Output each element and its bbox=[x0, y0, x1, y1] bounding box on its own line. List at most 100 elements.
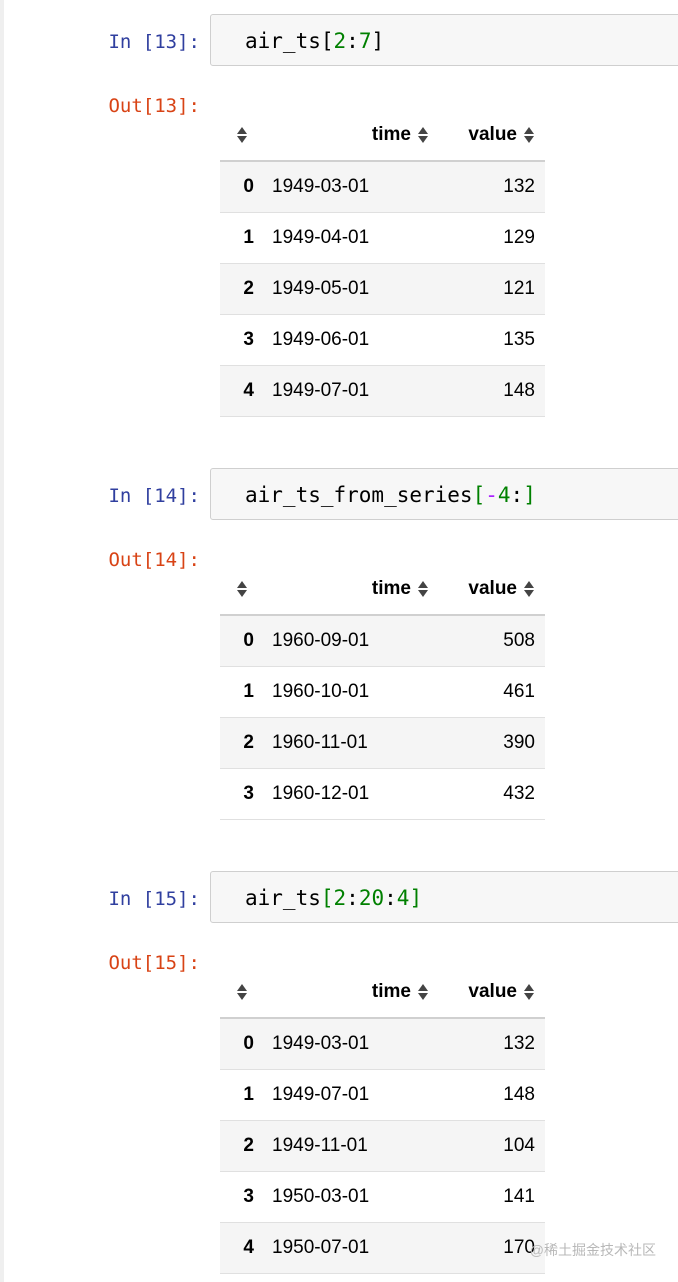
row-index: 0 bbox=[243, 176, 254, 197]
code-bracket-close: ] bbox=[371, 29, 385, 53]
dataframe-table: time value 0 1949-03-01 1 3 2 1 1949-07-01 148… bbox=[220, 967, 545, 1274]
cell-time: 1950-07-01 bbox=[272, 1237, 370, 1258]
column-header-value[interactable]: value bbox=[439, 967, 545, 1019]
row-index: 3 bbox=[243, 783, 254, 804]
cell-time: 1949-07-01 bbox=[272, 380, 370, 401]
table-row: 2 1949-11-01 104 bbox=[220, 1120, 545, 1172]
cell-time: 1949-05-01 bbox=[272, 278, 370, 299]
column-header-time[interactable]: time bbox=[264, 110, 439, 162]
cell-time: 1949-06-01 bbox=[272, 329, 370, 350]
input-prompt: In [13]: bbox=[108, 31, 200, 53]
row-index: 0 bbox=[243, 1033, 254, 1054]
cell-time: 1949-04-01 bbox=[272, 227, 370, 248]
dataframe-table: time value 0 1949-03-01 132 1 1949-04-01 129… bbox=[220, 110, 545, 417]
code-number: 2 bbox=[333, 886, 347, 910]
cell-time: 1960-11-01 bbox=[272, 732, 368, 753]
index-header[interactable] bbox=[220, 110, 264, 162]
code-input[interactable]: air_ts[2:20:4] bbox=[210, 871, 678, 923]
cell-value: 390 bbox=[503, 732, 535, 753]
cell-time: 1960-10-01 bbox=[272, 681, 370, 702]
cell-time: 1960-12-01 bbox=[272, 783, 370, 804]
sort-both-icon[interactable] bbox=[417, 983, 429, 1001]
code-colon: : bbox=[346, 29, 359, 53]
sort-both-icon[interactable] bbox=[236, 580, 248, 598]
row-index: 1 bbox=[243, 1084, 254, 1105]
cell-value: 508 bbox=[503, 630, 535, 651]
row-index: 1 bbox=[243, 681, 254, 702]
cell-value: 135 bbox=[503, 329, 535, 350]
sort-both-icon[interactable] bbox=[417, 126, 429, 144]
sort-both-icon[interactable] bbox=[523, 126, 535, 144]
row-index: 4 bbox=[243, 380, 254, 401]
cell-value: 121 bbox=[503, 278, 535, 299]
output-prompt: Out[13]: bbox=[108, 95, 200, 117]
cell-value: 148 bbox=[503, 380, 535, 401]
input-prompt: In [14]: bbox=[108, 485, 200, 507]
row-index: 2 bbox=[243, 732, 254, 753]
index-header[interactable] bbox=[220, 967, 264, 1019]
table-row: 0 1949-03-01 132 bbox=[220, 161, 545, 213]
code-bracket-open: [ bbox=[472, 483, 486, 507]
code-colon: : bbox=[384, 886, 397, 910]
table-row: 2 1960-11-01 390 bbox=[220, 717, 545, 769]
watermark: @稀土掘金技术社区 bbox=[529, 1242, 656, 1258]
code-number: 4 bbox=[396, 886, 410, 910]
column-header-time[interactable]: time bbox=[264, 564, 439, 616]
cell-value: 141 bbox=[503, 1186, 535, 1207]
cell-value: 461 bbox=[503, 681, 535, 702]
cell-value: 129 bbox=[503, 227, 535, 248]
row-index: 1 bbox=[243, 227, 254, 248]
table-row: 1 1949-04-01 129 bbox=[220, 212, 545, 264]
sort-both-icon[interactable] bbox=[523, 580, 535, 598]
code-input[interactable]: air_ts_from_series[-4:] bbox=[210, 468, 678, 520]
cell-value: 104 bbox=[503, 1135, 535, 1156]
sort-both-icon[interactable] bbox=[236, 126, 248, 144]
code-input[interactable]: air_ts[2:7] bbox=[210, 14, 678, 66]
table-row: 2 1949-05-01 121 bbox=[220, 263, 545, 315]
row-index: 3 bbox=[243, 329, 254, 350]
row-index: 0 bbox=[243, 630, 254, 651]
cell-time: 1960-09-01 bbox=[272, 630, 370, 651]
code-number: 20 bbox=[358, 886, 385, 910]
code-text: air_ts_from_series[-4:] bbox=[245, 483, 536, 507]
column-header-value[interactable]: value bbox=[439, 110, 545, 162]
code-bracket-open: [ bbox=[320, 29, 334, 53]
table-row: 0 1960-09-01 508 bbox=[220, 615, 545, 667]
cell-value: 148 bbox=[503, 1084, 535, 1105]
code-number: 2 bbox=[333, 29, 347, 53]
code-text: air_ts[2:20:4] bbox=[245, 886, 422, 910]
code-bracket-open: [ bbox=[320, 886, 334, 910]
cell-value: 432 bbox=[503, 783, 535, 804]
table-row: 4 1949-07-01 148 bbox=[220, 365, 545, 417]
code-colon: : bbox=[346, 886, 359, 910]
code-bracket-close: ] bbox=[523, 483, 536, 507]
code-identifier: air_ts bbox=[245, 886, 321, 910]
code-number: 4 bbox=[497, 483, 511, 507]
sort-both-icon[interactable] bbox=[236, 983, 248, 1001]
table-header-row: time value bbox=[220, 564, 545, 616]
cell-time: 1949-03-01 bbox=[272, 1033, 370, 1054]
code-operator: - bbox=[485, 483, 498, 507]
code-number: 7 bbox=[358, 29, 372, 53]
table-row: 3 1949-06-01 135 bbox=[220, 314, 545, 366]
index-header[interactable] bbox=[220, 564, 264, 616]
table-header-row: time value bbox=[220, 967, 545, 1019]
cell-value: 132 bbox=[503, 176, 535, 197]
sort-both-icon[interactable] bbox=[523, 983, 535, 1001]
row-index: 2 bbox=[243, 278, 254, 299]
sort-both-icon[interactable] bbox=[417, 580, 429, 598]
code-colon: : bbox=[510, 483, 524, 507]
dataframe-table: time value 0 1960-09-01 508 1 1960-10-01 461… bbox=[220, 564, 545, 820]
input-prompt: In [15]: bbox=[108, 888, 200, 910]
row-index: 4 bbox=[243, 1237, 254, 1258]
table-row: 1 1949-07-01 148 bbox=[220, 1069, 545, 1121]
code-identifier: air_ts bbox=[245, 29, 321, 53]
row-index: 2 bbox=[243, 1135, 254, 1156]
cell-time: 1949-07-01 bbox=[272, 1084, 370, 1105]
column-header-value[interactable]: value bbox=[439, 564, 545, 616]
table-header-row: time value bbox=[220, 110, 545, 162]
table-row: 3 1960-12-01 432 bbox=[220, 768, 545, 820]
table-row: 0 1949-03-01 132 bbox=[220, 1018, 545, 1070]
column-header-time[interactable]: time bbox=[264, 967, 439, 1019]
row-index: 3 bbox=[243, 1186, 254, 1207]
